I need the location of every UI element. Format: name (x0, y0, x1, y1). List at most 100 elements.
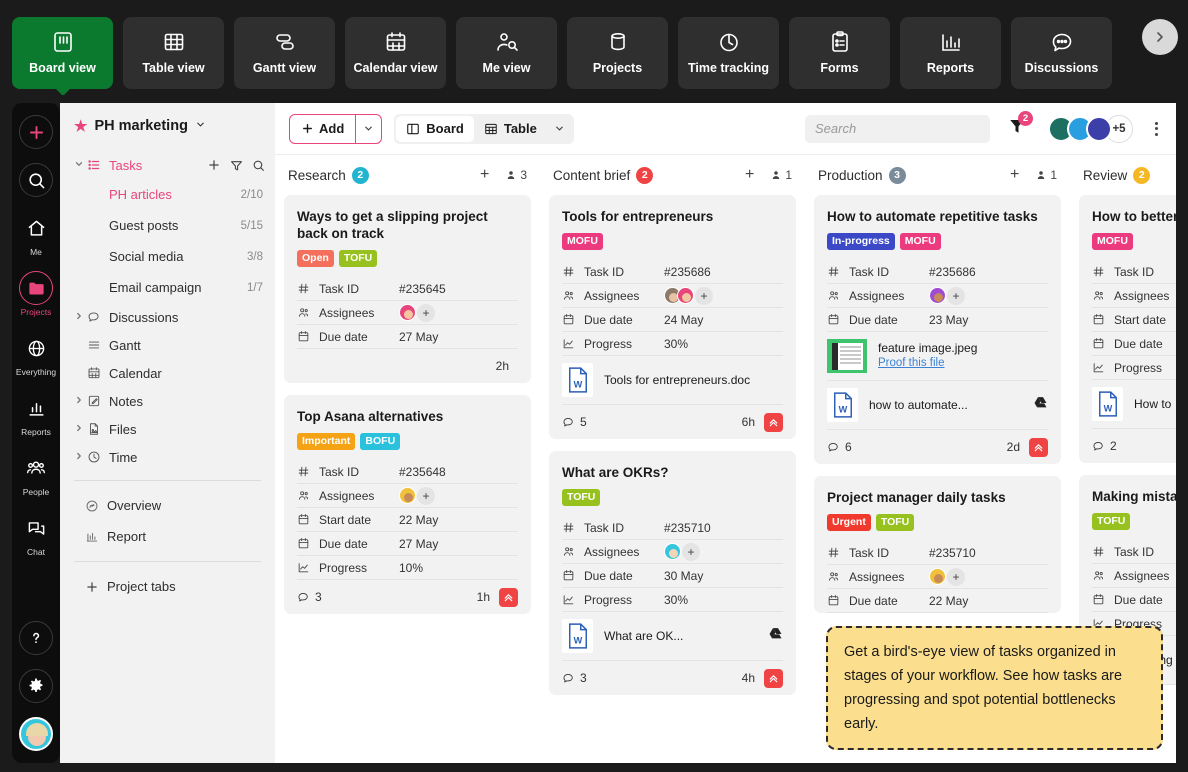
task-card[interactable]: What are OKRs? TOFU Task ID #235710 Assignee… (549, 451, 796, 695)
add-assignee-button[interactable]: + (947, 567, 965, 586)
search-input[interactable] (805, 114, 990, 143)
nav-tile-reports[interactable]: Reports (900, 16, 1001, 89)
task-card-footer: 5 6h (562, 405, 783, 439)
sidebar-section-calendar[interactable]: Calendar (60, 359, 275, 387)
task-attachment[interactable]: feature image.jpeg Proof this file (827, 332, 1048, 381)
sidebar-task-item-email-campaign[interactable]: Email campaign 1/7 (60, 272, 275, 303)
nav-tile-discussions[interactable]: Discussions (1011, 16, 1112, 89)
nav-tile-board-view[interactable]: Board view (12, 16, 113, 89)
comment-count[interactable]: 6 (827, 440, 852, 454)
priority-high-icon[interactable] (499, 587, 518, 607)
assignee-avatar[interactable] (399, 487, 416, 504)
task-attachment[interactable]: W What are OK... (562, 612, 783, 661)
nav-tile-me-view[interactable]: Me view (456, 16, 557, 89)
comment-count[interactable]: 5 (562, 415, 587, 429)
task-attachment[interactable]: W Tools for entrepreneurs.doc (562, 356, 783, 405)
nav-tile-calendar-view[interactable]: Calendar view (345, 16, 446, 89)
project-title[interactable]: ★ PH marketing (60, 117, 275, 135)
rail-item-people[interactable]: People (16, 451, 56, 497)
nav-tile-forms[interactable]: Forms (789, 16, 890, 89)
priority-high-icon[interactable] (764, 412, 783, 432)
add-card-button[interactable]: + (745, 167, 754, 183)
sidebar-section-discussions[interactable]: Discussions (60, 303, 275, 331)
rail-item-chat[interactable]: Chat (16, 511, 56, 557)
add-dropdown-toggle[interactable] (356, 123, 381, 134)
tab-table[interactable]: Table (474, 116, 547, 142)
sidebar-project-tabs-button[interactable]: Project tabs (60, 571, 275, 602)
avatar[interactable] (1086, 115, 1112, 142)
assignee-avatar[interactable] (677, 287, 694, 304)
google-drive-icon[interactable] (768, 627, 783, 646)
tab-board[interactable]: Board (396, 115, 474, 142)
comment-count[interactable]: 2 (1092, 439, 1117, 453)
add-assignee-button[interactable]: + (417, 486, 435, 505)
task-field-row: Task ID #235645 (297, 277, 518, 301)
task-card[interactable]: Tools for entrepreneurs MOFU Task ID #23568… (549, 195, 796, 439)
add-assignee-button[interactable]: + (417, 303, 435, 322)
sidebar-section-tasks[interactable]: Tasks (60, 151, 275, 179)
nav-tile-gantt-view[interactable]: Gantt view (234, 16, 335, 89)
task-card[interactable]: How to better h deadlines as a MOFU Task I… (1079, 195, 1176, 463)
column-people-count[interactable]: 1 (770, 168, 792, 182)
add-button-main[interactable]: Add (290, 115, 355, 143)
add-assignee-button[interactable]: + (695, 286, 713, 305)
rail-search-button[interactable] (16, 163, 56, 197)
more-options-icon[interactable] (1145, 121, 1162, 136)
add-button[interactable]: Add (289, 113, 383, 144)
sidebar-section-notes[interactable]: Notes (60, 387, 275, 415)
progress-icon (1092, 361, 1114, 374)
task-attachment[interactable]: Whow to automate... (827, 381, 1048, 430)
rail-item-projects[interactable]: Projects (16, 271, 56, 317)
sidebar-task-item-social-media[interactable]: Social media 3/8 (60, 241, 275, 272)
assignee-avatar[interactable] (664, 543, 681, 560)
sidebar-task-item-ph-articles[interactable]: PH articles 2/10 (60, 179, 275, 210)
priority-high-icon[interactable] (1029, 437, 1048, 457)
add-assignee-button[interactable]: + (947, 286, 965, 305)
search-icon[interactable] (252, 159, 265, 172)
proof-file-link[interactable]: Proof this file (878, 356, 1048, 371)
nav-tile-table-view[interactable]: Table view (123, 16, 224, 89)
assignee-avatar[interactable] (929, 568, 946, 585)
sidebar-section-gantt[interactable]: Gantt (60, 331, 275, 359)
assignee-avatar[interactable] (929, 287, 946, 304)
avatar[interactable] (19, 717, 53, 751)
add-card-button[interactable]: + (1010, 167, 1019, 183)
task-card[interactable]: How to automate repetitive tasks In-progr… (814, 195, 1061, 464)
add-assignee-button[interactable]: + (682, 542, 700, 561)
sidebar-item-report[interactable]: Report (60, 521, 275, 552)
plus-icon[interactable] (207, 158, 221, 172)
rail-settings-button[interactable] (16, 669, 56, 703)
column-people-count[interactable]: 3 (505, 168, 527, 182)
add-card-button[interactable]: + (480, 167, 489, 183)
google-drive-icon[interactable] (1033, 396, 1048, 415)
view-dropdown-toggle[interactable] (547, 123, 572, 134)
chevron-down-icon[interactable] (74, 159, 87, 172)
rail-item-me[interactable]: Me (16, 211, 56, 257)
nav-next-button[interactable] (1142, 19, 1178, 55)
rail-help-button[interactable] (16, 621, 56, 655)
assignee-avatar[interactable] (399, 304, 416, 321)
rail-item-reports[interactable]: Reports (16, 391, 56, 437)
sidebar-item-overview[interactable]: Overview (60, 490, 275, 521)
comment-count[interactable]: 3 (562, 671, 587, 685)
nav-tile-time-tracking[interactable]: Time tracking (678, 16, 779, 89)
column-people-count[interactable]: 1 (1035, 168, 1057, 182)
priority-high-icon[interactable] (764, 668, 783, 688)
chevron-right-icon[interactable] (74, 423, 87, 436)
task-card[interactable]: Project manager daily tasks Urgent TOFU Tas… (814, 476, 1061, 613)
sidebar-task-item-guest-posts[interactable]: Guest posts 5/15 (60, 210, 275, 241)
filter-button[interactable]: 2 (1008, 111, 1033, 140)
filter-icon[interactable] (230, 159, 243, 172)
sidebar-section-time[interactable]: Time (60, 443, 275, 471)
nav-tile-projects[interactable]: Projects (567, 16, 668, 89)
rail-item-everything[interactable]: Everything (16, 331, 56, 377)
sidebar-section-files[interactable]: Files (60, 415, 275, 443)
task-card[interactable]: Top Asana alternatives Important BOFU Task … (284, 395, 531, 614)
task-attachment[interactable]: W How to (1092, 380, 1176, 429)
rail-add-button[interactable] (16, 115, 56, 149)
comment-count[interactable]: 3 (297, 590, 322, 604)
task-card[interactable]: Ways to get a slipping project back on t… (284, 195, 531, 383)
chevron-right-icon[interactable] (74, 395, 87, 408)
chevron-right-icon[interactable] (74, 451, 87, 464)
chevron-right-icon[interactable] (74, 311, 87, 324)
